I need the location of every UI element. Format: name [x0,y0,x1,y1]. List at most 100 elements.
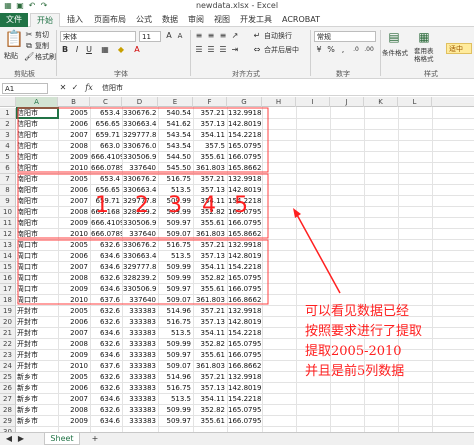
cell[interactable]: 2007 [59,196,90,206]
cell[interactable]: 634.6 [91,262,122,272]
cell[interactable]: 信阳市 [16,107,59,119]
number-format-select[interactable]: 常规 [314,31,376,42]
conditional-format-icon[interactable]: ▤ [386,29,402,45]
increase-font-icon[interactable]: A [164,31,174,41]
cell[interactable]: 2006 [59,251,90,261]
cell[interactable]: 357.21 [194,372,227,382]
column-header-g[interactable]: G [227,97,262,107]
cell[interactable]: 新乡市 [17,394,58,404]
cell[interactable]: 2006 [59,317,90,327]
cell[interactable]: 154.2218 [228,262,262,272]
cell[interactable]: 2007 [59,328,90,338]
cell[interactable]: 330506.9 [123,152,158,162]
cell[interactable]: 132.9918 [228,174,262,184]
cut-icon[interactable]: ✂ [24,30,34,40]
tab-acrobat[interactable]: ACROBAT [278,13,324,27]
copy-icon[interactable]: ⧉ [24,41,34,51]
wrap-text-button[interactable]: 自动换行 [264,31,292,41]
cell[interactable]: 166.0795 [228,284,262,294]
cell[interactable]: 周口市 [17,240,58,250]
cell[interactable]: 513.5 [159,328,193,338]
cell[interactable]: 南阳市 [17,196,58,206]
cell[interactable]: 142.8019 [228,119,262,129]
cell[interactable]: 337640 [123,295,158,305]
cell[interactable]: 357.21 [194,306,227,316]
cell[interactable]: 166.0795 [228,416,262,426]
cell[interactable]: 659.71 [91,130,122,140]
cell[interactable]: 154.2218 [228,328,262,338]
copy-button[interactable]: 复制 [35,41,49,51]
cell[interactable]: 2010 [59,361,90,371]
column-header-a[interactable]: A [16,97,58,107]
comma-icon[interactable]: , [338,45,348,55]
cell[interactable]: 328239.2 [123,273,158,283]
cell[interactable]: 653.4 [91,174,122,184]
underline-button[interactable]: U [84,45,94,55]
cell[interactable]: 开封市 [17,317,58,327]
align-bottom-icon[interactable]: ≡ [218,31,228,41]
select-all-corner[interactable] [0,97,16,107]
cell[interactable]: 333383 [123,328,158,338]
cell[interactable]: 333383 [123,394,158,404]
cell[interactable]: 509.07 [159,229,193,239]
cell[interactable]: 634.6 [91,251,122,261]
cell[interactable]: 165.0795 [228,273,262,283]
cell[interactable]: 355.61 [194,152,227,162]
cell[interactable]: 354.11 [194,130,227,140]
cell[interactable]: 南阳市 [17,174,58,184]
cell[interactable]: 663.0 [91,141,122,151]
cell[interactable]: 166.0795 [228,218,262,228]
tab-home[interactable]: 开始 [30,13,60,27]
orientation-icon[interactable]: ↗ [230,31,240,41]
column-header-c[interactable]: C [90,97,122,107]
cell[interactable]: 2010 [59,163,90,173]
cell[interactable]: 333383 [123,416,158,426]
row-header[interactable]: 5 [0,152,16,163]
cell[interactable]: 632.6 [91,317,122,327]
cell[interactable]: 165.0795 [228,405,262,415]
cell[interactable]: 信阳市 [17,119,58,129]
cell[interactable]: 634.6 [91,284,122,294]
cell[interactable]: 新乡市 [17,383,58,393]
cell[interactable]: 330506.9 [123,284,158,294]
cell[interactable]: 330676.2 [123,108,158,118]
cell[interactable]: 132.9918 [228,372,262,382]
cell[interactable]: 新乡市 [17,372,58,382]
currency-icon[interactable]: ¥ [314,45,324,55]
cell[interactable]: 330676.0 [123,141,158,151]
cell[interactable]: 开封市 [17,306,58,316]
cell[interactable]: 333383 [123,361,158,371]
cell[interactable]: 2005 [59,240,90,250]
row-header[interactable]: 4 [0,141,16,152]
cell[interactable]: 166.0795 [228,350,262,360]
row-header[interactable]: 1 [0,108,16,119]
row-header[interactable]: 19 [0,306,16,317]
row-header[interactable]: 11 [0,218,16,229]
cell[interactable]: 329777.8 [123,262,158,272]
cell[interactable]: 352.82 [194,339,227,349]
cell[interactable]: 信阳市 [17,141,58,151]
cell[interactable]: 333383 [123,350,158,360]
row-header[interactable]: 28 [0,405,16,416]
cell[interactable]: 2007 [59,394,90,404]
cell[interactable]: 166.8662 [228,361,262,371]
cell[interactable]: 543.54 [159,130,193,140]
wrap-text-icon[interactable]: ↵ [252,31,262,41]
column-header-e[interactable]: E [158,97,193,107]
row-header[interactable]: 29 [0,416,16,427]
cell[interactable]: 352.82 [194,405,227,415]
format-painter-button[interactable]: 格式刷 [35,52,56,62]
sheet-next-icon[interactable]: ▶ [16,434,26,444]
indent-icon[interactable]: ⇥ [230,45,240,55]
cell[interactable]: 634.6 [91,416,122,426]
cell[interactable]: 361.803 [194,163,227,173]
cell[interactable]: 2007 [59,262,90,272]
add-sheet-button[interactable]: + [90,434,100,444]
cell[interactable]: 541.62 [159,119,193,129]
cell[interactable]: 634.6 [91,394,122,404]
cell[interactable]: 330676.2 [123,240,158,250]
cell[interactable]: 516.75 [159,174,193,184]
cell[interactable]: 632.6 [91,240,122,250]
cell[interactable]: 165.0795 [228,141,262,151]
cell[interactable]: 513.5 [159,394,193,404]
